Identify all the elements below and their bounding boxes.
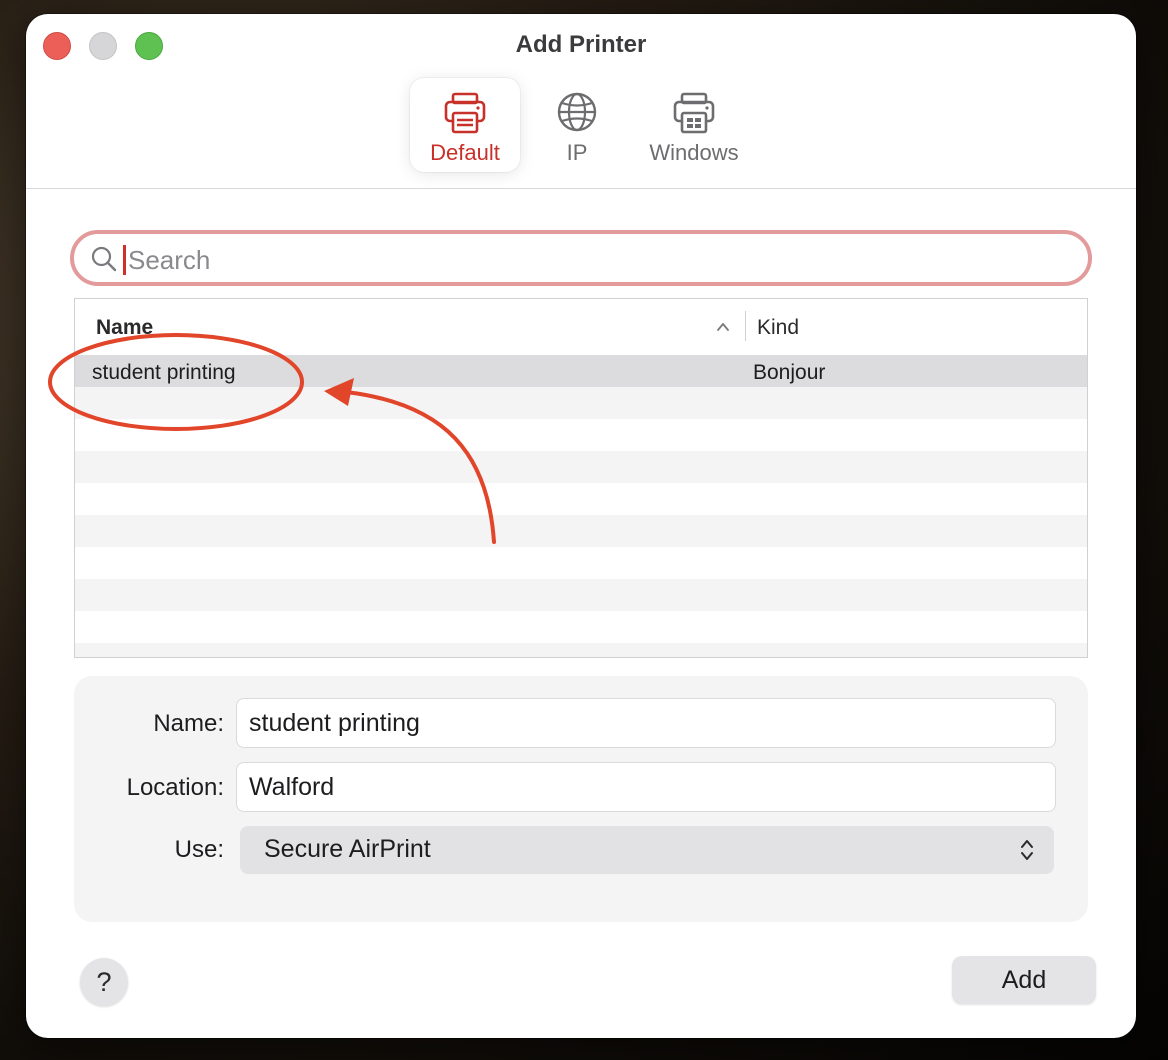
add-button[interactable]: Add bbox=[952, 956, 1096, 1004]
empty-row bbox=[75, 483, 1087, 515]
empty-row bbox=[75, 387, 1087, 419]
printer-details-panel: Name: Location: Use: Secure AirPrint bbox=[74, 676, 1088, 922]
column-header-kind[interactable]: Kind bbox=[757, 316, 799, 340]
row-name-cell: student printing bbox=[92, 361, 236, 384]
sort-ascending-icon[interactable] bbox=[715, 319, 731, 335]
row-kind-cell: Bonjour bbox=[753, 361, 826, 384]
location-field[interactable] bbox=[236, 762, 1056, 812]
tab-ip[interactable]: IP bbox=[546, 78, 608, 172]
add-printer-window: Add Printer Default IP Windows Search Na… bbox=[26, 14, 1136, 1038]
empty-row bbox=[75, 419, 1087, 451]
name-field[interactable] bbox=[236, 698, 1056, 748]
printer-icon bbox=[444, 92, 486, 134]
tab-ip-label: IP bbox=[566, 140, 588, 165]
use-select-value: Secure AirPrint bbox=[264, 835, 431, 863]
empty-row bbox=[75, 643, 1087, 657]
location-label: Location: bbox=[126, 774, 224, 801]
column-header-name[interactable]: Name bbox=[96, 316, 153, 340]
tab-windows-label: Windows bbox=[649, 140, 739, 165]
window-title: Add Printer bbox=[515, 31, 647, 58]
name-label: Name: bbox=[153, 710, 224, 737]
empty-row bbox=[75, 451, 1087, 483]
printer-list-table: Name Kind student printing Bonjour bbox=[74, 298, 1088, 658]
table-rows: student printing Bonjour bbox=[75, 355, 1087, 657]
search-icon bbox=[91, 246, 117, 272]
toolbar-divider bbox=[26, 188, 1136, 189]
help-button[interactable]: ? bbox=[80, 958, 128, 1006]
empty-row bbox=[75, 579, 1087, 611]
windows-printer-icon bbox=[673, 92, 715, 134]
table-header: Name Kind bbox=[75, 299, 1087, 356]
chevron-up-down-icon bbox=[1021, 840, 1033, 860]
use-driver-select[interactable]: Secure AirPrint bbox=[240, 826, 1054, 874]
table-row[interactable]: student printing Bonjour bbox=[75, 355, 1087, 387]
empty-row bbox=[75, 611, 1087, 643]
search-input[interactable] bbox=[126, 240, 1070, 280]
tab-default[interactable]: Default bbox=[410, 78, 520, 172]
search-field[interactable] bbox=[70, 230, 1092, 286]
tab-default-label: Default bbox=[430, 140, 500, 165]
empty-row bbox=[75, 515, 1087, 547]
tab-windows[interactable]: Windows bbox=[636, 78, 752, 172]
use-label: Use: bbox=[174, 836, 224, 863]
empty-row bbox=[75, 547, 1087, 579]
globe-icon bbox=[557, 92, 597, 132]
column-separator[interactable] bbox=[745, 311, 746, 341]
